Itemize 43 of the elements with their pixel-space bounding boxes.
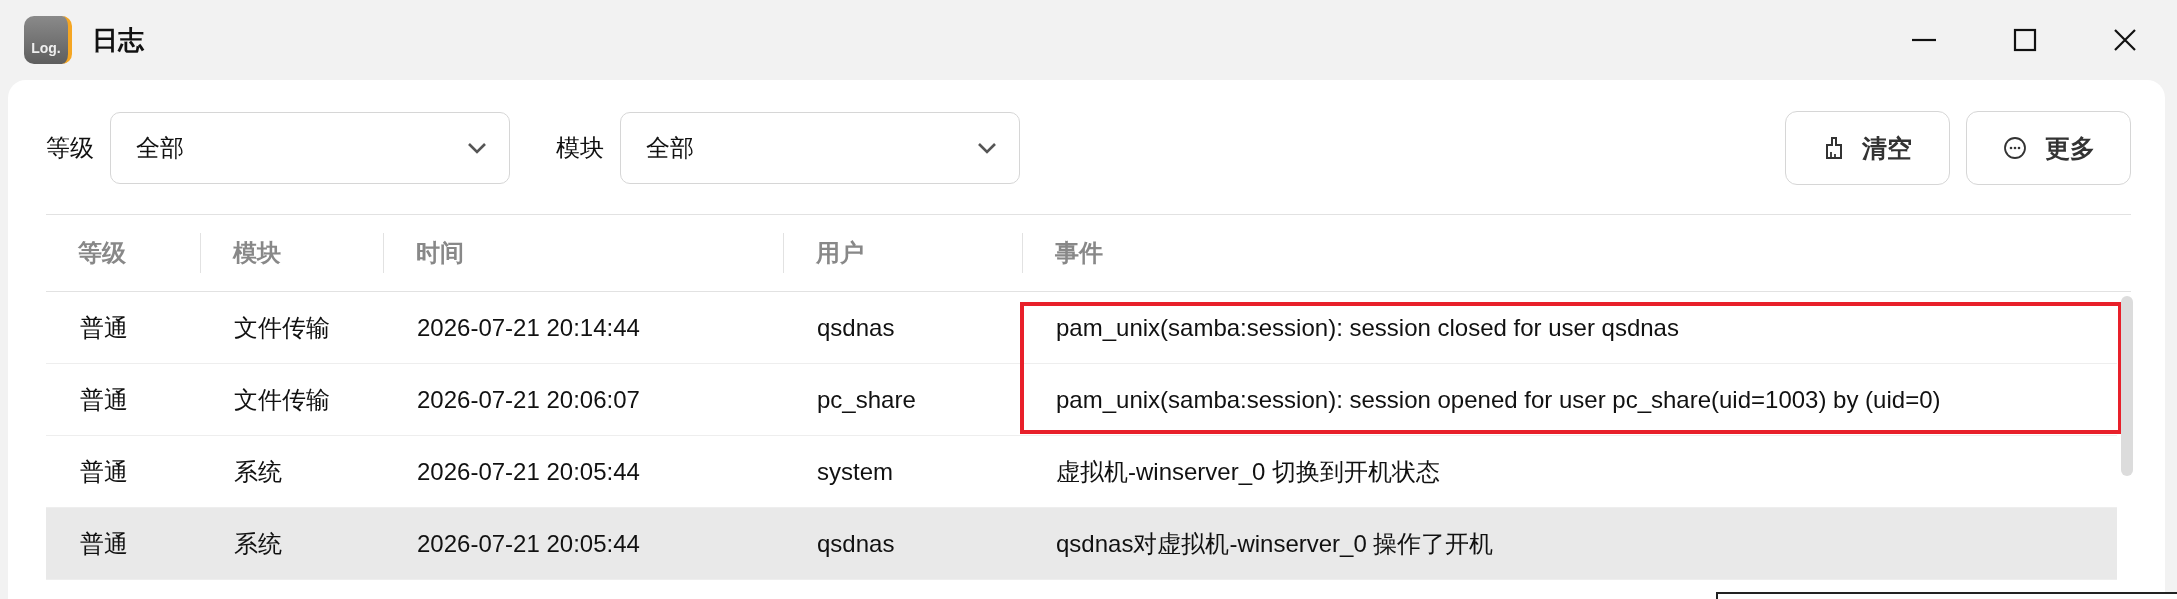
brush-icon — [1823, 136, 1844, 160]
table-cell: system — [817, 457, 893, 485]
table-cell: 普通 — [80, 385, 128, 413]
chevron-down-icon — [977, 142, 997, 154]
more-button[interactable]: 更多 — [1966, 111, 2131, 185]
table-cell: pam_unix(samba:session): session opened for user pc_share(uid=1003) by (uid=0) — [1056, 385, 1941, 413]
filter-label: 模块 — [556, 133, 604, 163]
table-cell: 2026-07-21 20:05:44 — [417, 457, 640, 485]
more-icon — [2002, 136, 2027, 160]
table-cell: 普通 — [80, 313, 128, 341]
table-cell: pam_unix(samba:session): session closed for user qsdnas — [1056, 313, 1679, 341]
clear-button[interactable]: 清空 — [1785, 111, 1950, 185]
table-cell: qsdnas对虚拟机-winserver_0 操作了开机 — [1056, 529, 1494, 557]
table-cell: qsdnas — [817, 529, 895, 557]
table-cell: 普通 — [80, 529, 128, 557]
filter-label: 等级 — [46, 133, 94, 163]
table-row[interactable]: 普通 文件传输 2026-07-21 20:14:44 qsdnas pam_unix(samba:session): session closed for user qsdnas — [46, 292, 2117, 364]
table-cell: 2026-07-21 20:14:44 — [417, 313, 640, 341]
table-row[interactable]: 普通 系统 2026-07-21 20:05:44 qsdnas qsdnas对虚拟机-winserver_0 操作了开机 — [46, 508, 2117, 580]
column-header: 用户 — [816, 238, 864, 268]
column-header: 时间 — [416, 238, 464, 268]
table-cell: 系统 — [234, 529, 282, 557]
table-cell: pc_share — [817, 385, 916, 413]
table-cell: 虚拟机-winserver_0 切换到开机状态 — [1056, 457, 1441, 485]
chevron-down-icon — [467, 142, 487, 154]
table-row[interactable]: 普通 文件传输 2026-07-21 20:06:07 pc_share pam_unix(samba:session): session opened for user pc_share(uid=1003) by (uid=0) — [46, 364, 2117, 436]
table-cell: 普通 — [80, 457, 128, 485]
app-logo: Log. — [24, 16, 72, 64]
column-header: 模块 — [233, 238, 281, 268]
table-cell: 2026-07-21 20:06:07 — [417, 385, 640, 413]
table-cell: 系统 — [234, 457, 282, 485]
column-header: 事件 — [1055, 238, 1103, 268]
column-header: 等级 — [78, 238, 126, 268]
window-title: 日志 — [92, 23, 144, 57]
table-cell: 文件传输 — [234, 313, 330, 341]
close-icon[interactable] — [2113, 28, 2137, 52]
dropdown[interactable]: 全部 — [110, 112, 510, 184]
table-cell: qsdnas — [817, 313, 895, 341]
table-cell: 文件传输 — [234, 385, 330, 413]
maximize-icon[interactable] — [2013, 28, 2037, 52]
table-cell: 2026-07-21 20:05:44 — [417, 529, 640, 557]
scrollbar[interactable] — [2121, 296, 2133, 476]
dropdown[interactable]: 全部 — [620, 112, 1020, 184]
